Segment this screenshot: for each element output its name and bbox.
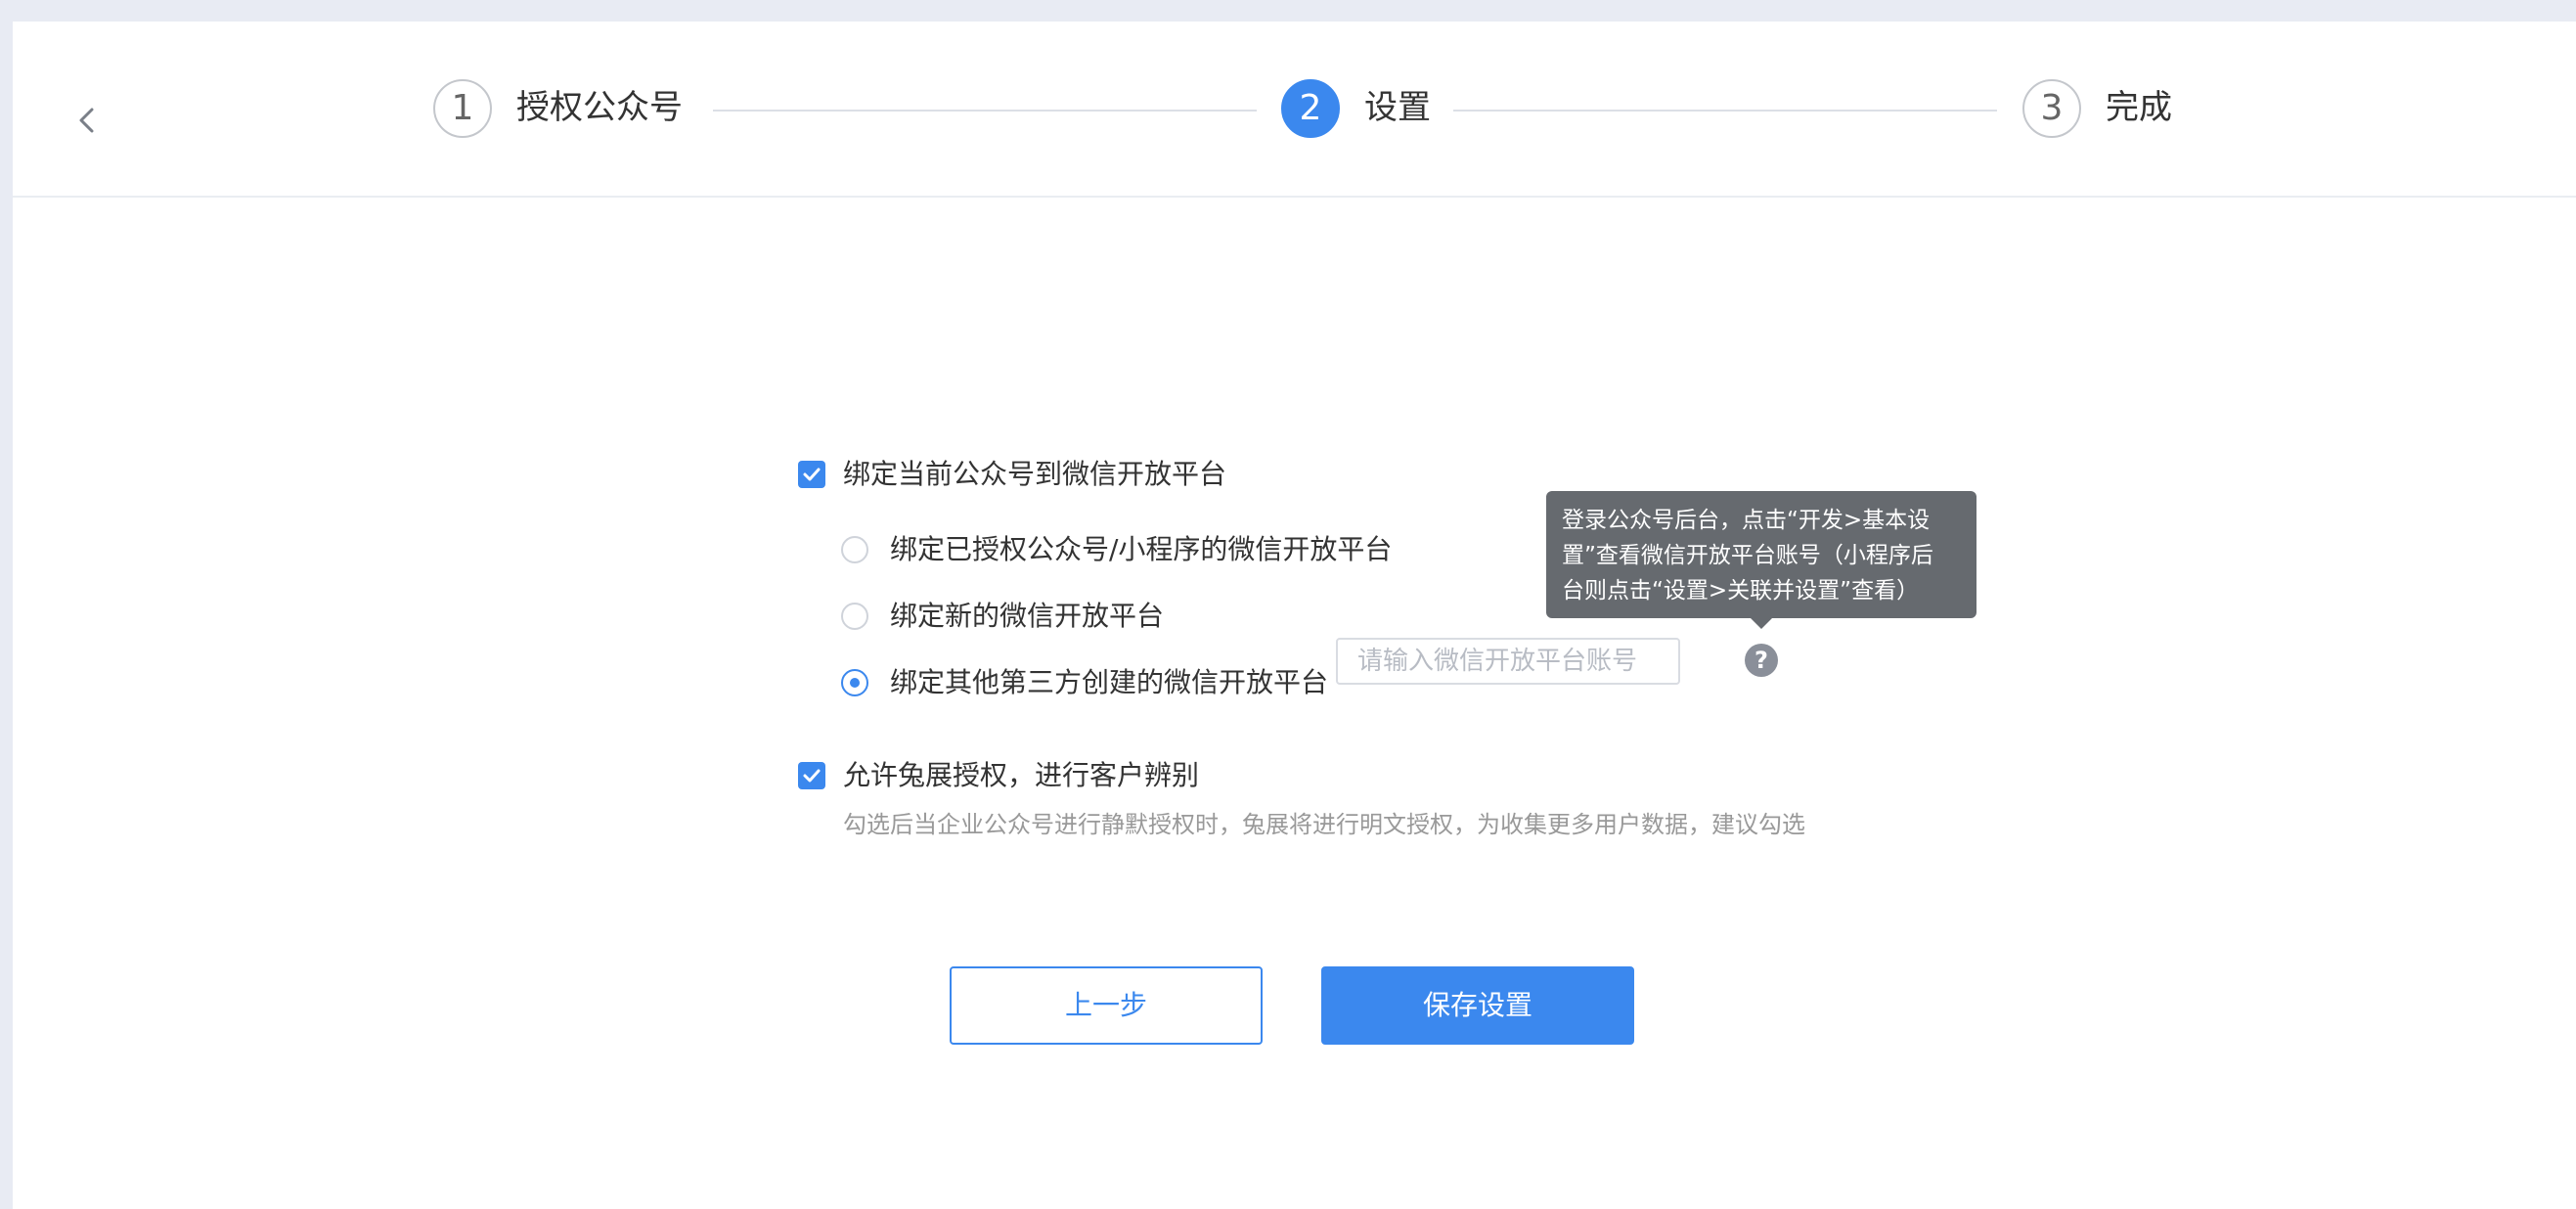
step-connector-2	[1453, 110, 1997, 112]
tooltip-line-1: 登录公众号后台，点击“开发>基本设	[1562, 508, 1931, 533]
step-connector-1	[713, 110, 1257, 112]
save-settings-button[interactable]: 保存设置	[1321, 966, 1634, 1045]
allow-auth-hint: 勾选后当企业公众号进行静默授权时，兔展将进行明文授权，为收集更多用户数据，建议勾…	[843, 811, 1805, 838]
checkmark-icon	[803, 468, 821, 481]
main-card: 1 授权公众号 2 设置 3 完成	[13, 22, 2576, 1209]
radio-new-platform[interactable]	[841, 603, 868, 630]
radio-other-label: 绑定其他第三方创建的微信开放平台	[890, 666, 1329, 698]
radio-other-platform[interactable]	[841, 669, 868, 696]
radio-existing-label: 绑定已授权公众号/小程序的微信开放平台	[890, 533, 1393, 565]
allow-auth-label: 允许兔展授权，进行客户辨别	[843, 759, 1200, 791]
step-1-number: 1	[433, 79, 492, 138]
step-3-label: 完成	[2106, 88, 2172, 127]
bind-platform-checkbox[interactable]	[798, 461, 825, 488]
radio-new-label: 绑定新的微信开放平台	[890, 600, 1165, 632]
step-2-number: 2	[1281, 79, 1340, 138]
back-arrow-icon[interactable]	[75, 108, 101, 133]
steps-header: 1 授权公众号 2 设置 3 完成	[13, 22, 2576, 198]
step-1-label: 授权公众号	[516, 88, 683, 127]
tooltip-arrow	[1751, 618, 1772, 629]
question-icon[interactable]: ?	[1745, 644, 1778, 677]
radio-existing-platform[interactable]	[841, 536, 868, 563]
step-2-label: 设置	[1364, 88, 1431, 127]
help-tooltip: 登录公众号后台，点击“开发>基本设 置”查看微信开放平台账号（小程序后 台则点击…	[1546, 491, 1976, 618]
platform-account-input[interactable]	[1336, 638, 1680, 685]
previous-step-button[interactable]: 上一步	[950, 966, 1263, 1045]
tooltip-line-3: 台则点击“设置>关联并设置”查看）	[1562, 578, 1920, 604]
checkmark-icon	[803, 769, 821, 783]
step-3-number: 3	[2022, 79, 2081, 138]
bind-platform-label: 绑定当前公众号到微信开放平台	[843, 458, 1227, 490]
tooltip-line-2: 置”查看微信开放平台账号（小程序后	[1562, 543, 1933, 568]
allow-auth-checkbox[interactable]	[798, 762, 825, 789]
